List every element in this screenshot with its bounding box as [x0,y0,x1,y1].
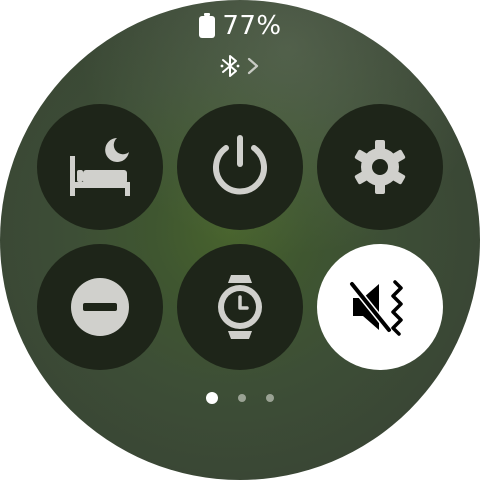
page-dot-1[interactable] [206,392,218,404]
watch-icon [216,273,264,341]
page-indicator [0,390,480,406]
power-button[interactable] [177,104,303,230]
bluetooth-status[interactable] [0,54,480,82]
chevron-right-icon [241,55,261,81]
battery-percent: 77% [222,11,282,41]
page-dot-3[interactable] [266,394,274,402]
status-bar: 77% [0,8,480,44]
gear-icon [349,136,411,198]
power-icon [208,134,272,200]
settings-button[interactable] [317,104,443,230]
watch-only-button[interactable] [177,244,303,370]
watch-quick-panel: 77% [0,0,480,480]
bedtime-mode-button[interactable] [37,104,163,230]
page-dot-2[interactable] [238,394,246,402]
do-not-disturb-button[interactable] [37,244,163,370]
sound-mode-button[interactable] [317,244,443,370]
mute-vibrate-icon [349,278,411,336]
minus-circle-icon [70,277,130,337]
battery-icon [198,13,216,39]
bluetooth-icon [219,53,241,83]
bed-moon-icon [67,136,133,198]
